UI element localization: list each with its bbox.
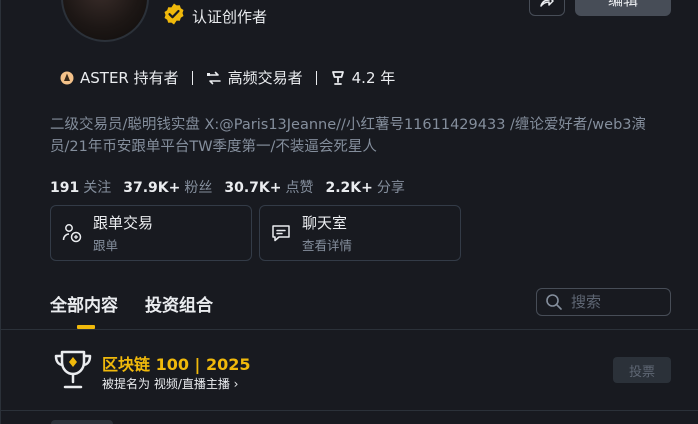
stat-value: 2.2K+ [325,180,373,196]
badge-label: ASTER 持有者 [80,69,179,87]
stat-value: 191 [50,180,80,196]
content-tabs: 全部内容 投资组合 [50,291,213,316]
badge-row: ASTER 持有者 高频交易者 4.2 年 [60,67,395,88]
next-section-stub [51,420,113,424]
stat-label: 关注 [83,180,112,196]
award-title: 区块链 100 | 2025 [102,355,251,374]
swap-icon [206,71,221,84]
avatar[interactable] [61,0,149,42]
card-subtitle: 跟单 [93,238,119,253]
vote-button[interactable]: 投票 [613,357,671,383]
divider [1,329,698,330]
share-icon [540,0,554,7]
divider [1,410,698,411]
profile-page: 认证创作者 编辑 ASTER 持有者 高频交易者 4.2 年 二级交易员/聪明钱… [0,0,698,424]
stat-label: 点赞 [285,180,314,196]
stat-followers[interactable]: 37.9K+ 粉丝 [123,177,212,197]
chat-room-card[interactable]: 聊天室 查看详情 [259,205,461,261]
badge-years[interactable]: 4.2 年 [330,67,396,88]
badge-aster-holder[interactable]: ASTER 持有者 [60,67,179,88]
search-input[interactable] [571,293,661,311]
share-button[interactable] [529,0,565,16]
stat-shares: 2.2K+ 分享 [325,177,404,197]
copy-trading-card[interactable]: 跟单交易 跟单 [50,205,252,261]
trophy-cup-icon [331,70,344,85]
edit-profile-button[interactable]: 编辑 [575,0,671,16]
stat-value: 30.7K+ [224,180,282,196]
card-subtitle: 查看详情 [302,238,353,253]
tab-portfolio[interactable]: 投资组合 [145,291,213,316]
badge-label: 4.2 年 [351,69,396,87]
stat-label: 分享 [376,180,405,196]
stat-label: 粉丝 [184,180,213,196]
stats-row: 191 关注 37.9K+ 粉丝 30.7K+ 点赞 2.2K+ 分享 [50,177,405,197]
creator-label: 认证创作者 [192,8,268,26]
stat-value: 37.9K+ [123,180,181,196]
separator [315,70,317,85]
award-trophy-icon [54,350,92,389]
stat-following[interactable]: 191 关注 [50,177,111,197]
verified-badge-icon [164,3,184,25]
separator [191,70,193,85]
chat-icon [272,225,290,242]
badge-label: 高频交易者 [227,69,303,87]
aster-logo-icon [60,71,74,84]
search-icon [546,294,562,310]
tab-all-content[interactable]: 全部内容 [50,291,118,316]
profile-bio: 二级交易员/聪明钱实盘 X:@Paris13Jeanne//小红薯号116114… [50,117,647,155]
stat-likes: 30.7K+ 点赞 [224,177,313,197]
badge-high-frequency[interactable]: 高频交易者 [206,67,303,88]
search-box[interactable] [536,288,671,316]
card-title: 聊天室 [302,214,348,232]
copy-trade-icon [62,224,82,243]
card-title: 跟单交易 [93,214,154,232]
award-nomination-link[interactable]: 被提名为 视频/直播主播 › [102,375,238,392]
